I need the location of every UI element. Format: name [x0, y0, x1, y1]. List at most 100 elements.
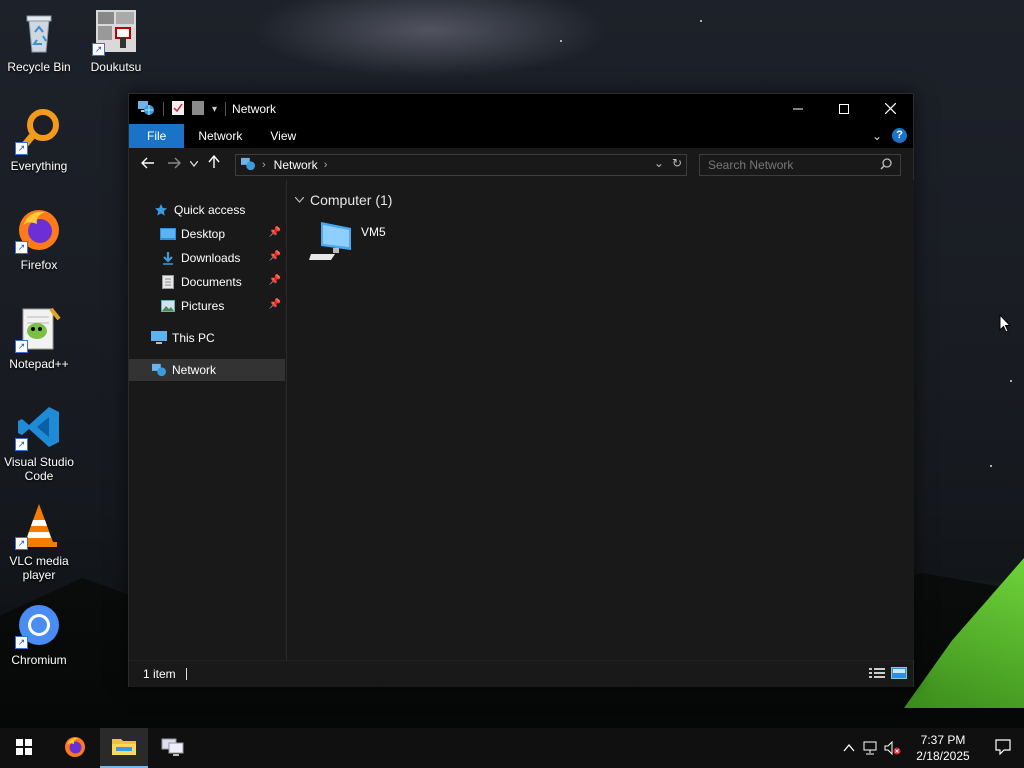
- details-view-icon[interactable]: [869, 667, 885, 682]
- this-pc-icon: [151, 330, 167, 346]
- tab-view[interactable]: View: [256, 124, 310, 148]
- network-status-icon[interactable]: [860, 728, 882, 768]
- sidebar-item-pictures[interactable]: Pictures 📌: [129, 295, 285, 317]
- search-input[interactable]: [700, 157, 880, 173]
- title-bar[interactable]: ▾ Network: [129, 94, 913, 124]
- desktop: Recycle Bin ↗ Doukutsu ↗ Everything ↗ Fi…: [0, 0, 1024, 728]
- sidebar-item-documents[interactable]: Documents 📌: [129, 271, 285, 293]
- show-hidden-icons-chevron-icon[interactable]: [838, 728, 860, 768]
- forward-button[interactable]: [161, 152, 187, 176]
- close-button[interactable]: [867, 94, 913, 124]
- file-list-pane[interactable]: Computer (1) VM5: [286, 180, 914, 660]
- breadcrumb-chevron-icon[interactable]: ›: [262, 159, 266, 171]
- chevron-down-icon: [294, 194, 305, 206]
- list-item-vm5[interactable]: VM5: [309, 220, 419, 268]
- mouse-pointer-icon: [999, 313, 1012, 337]
- network-computers-icon: [160, 737, 186, 760]
- list-item-label: VM5: [361, 225, 386, 239]
- action-center-button[interactable]: [982, 728, 1024, 768]
- maximize-button[interactable]: [821, 94, 867, 124]
- desktop-icon-vscode[interactable]: ↗ Visual Studio Code: [1, 403, 77, 483]
- computer-icon: [309, 220, 353, 265]
- breadcrumb-chevron-icon[interactable]: ›: [324, 159, 328, 171]
- notification-icon: [995, 738, 1011, 758]
- address-bar[interactable]: › Network › ⌄ ↻: [235, 154, 687, 176]
- sidebar-item-label: Pictures: [181, 299, 225, 313]
- desktop-icon-recycle-bin[interactable]: Recycle Bin: [1, 8, 77, 74]
- item-count: 1 item: [143, 667, 176, 681]
- desktop-icon-notepadpp[interactable]: ↗ Notepad++: [1, 305, 77, 371]
- shortcut-arrow-icon: ↗: [15, 340, 28, 353]
- sidebar-item-quick-access[interactable]: Quick access: [129, 199, 285, 221]
- customize-toolbar-dropdown-icon[interactable]: ▾: [212, 104, 217, 115]
- document-icon: [160, 274, 176, 290]
- properties-icon[interactable]: [172, 100, 184, 118]
- desktop-icon-label: Chromium: [11, 653, 67, 667]
- shortcut-arrow-icon: ↗: [15, 537, 28, 550]
- large-icons-view-icon[interactable]: [891, 667, 907, 682]
- desktop-icon-doukutsu[interactable]: ↗ Doukutsu: [78, 8, 154, 74]
- sidebar-item-label: This PC: [172, 331, 215, 345]
- desktop-icon-label: VLC media player: [9, 554, 69, 582]
- status-bar: 1 item: [129, 660, 913, 687]
- search-icon: [880, 157, 892, 173]
- forward-arrow-icon: [167, 156, 181, 173]
- group-header-computer[interactable]: Computer (1): [294, 192, 393, 208]
- desktop-icon-chromium[interactable]: ↗ Chromium: [1, 601, 77, 667]
- clock[interactable]: 7:37 PM 2/18/2025: [908, 732, 978, 764]
- window-title: Network: [232, 102, 277, 116]
- network-icon: [151, 362, 167, 378]
- taskbar-firefox[interactable]: [51, 728, 99, 768]
- sidebar-item-label: Documents: [181, 275, 242, 289]
- sidebar-item-this-pc[interactable]: This PC: [129, 327, 285, 349]
- desktop-folder-icon: [160, 226, 176, 242]
- clock-date: 2/18/2025: [916, 749, 970, 763]
- help-icon[interactable]: ?: [892, 128, 907, 143]
- start-button[interactable]: [0, 728, 48, 768]
- desktop-icon-label: Notepad++: [9, 357, 69, 371]
- desktop-icon-everything[interactable]: ↗ Everything: [1, 107, 77, 173]
- up-button[interactable]: [201, 152, 227, 176]
- recent-locations-dropdown[interactable]: [187, 152, 201, 176]
- divider: [163, 102, 164, 116]
- group-header-label: Computer (1): [310, 192, 393, 208]
- sidebar-item-label: Desktop: [181, 227, 226, 241]
- new-folder-icon[interactable]: [192, 100, 204, 118]
- volume-muted-icon[interactable]: [882, 728, 904, 768]
- sidebar-item-desktop[interactable]: Desktop 📌: [129, 223, 285, 245]
- desktop-icon-label: Firefox: [20, 258, 58, 272]
- desktop-icon-label: Visual Studio Code: [4, 455, 74, 483]
- pin-icon: 📌: [268, 227, 281, 238]
- tab-network[interactable]: Network: [184, 124, 256, 148]
- desktop-icon-vlc[interactable]: ↗ VLC media player: [1, 502, 77, 582]
- address-dropdown-icon[interactable]: ⌄: [654, 156, 664, 170]
- taskbar-network-app[interactable]: [149, 728, 197, 768]
- windows-logo-icon: [16, 738, 32, 758]
- sidebar-item-label: Network: [172, 363, 217, 377]
- desktop-icon-label: Doukutsu: [90, 60, 142, 74]
- ribbon-tabs: File Network View ⌄ ?: [129, 124, 913, 148]
- search-box[interactable]: [699, 154, 901, 176]
- firefox-icon: ↗: [15, 206, 63, 254]
- star: [1010, 380, 1012, 382]
- sidebar-item-downloads[interactable]: Downloads 📌: [129, 247, 285, 269]
- desktop-icon-label: Everything: [10, 159, 68, 173]
- breadcrumb-network[interactable]: Network: [274, 158, 318, 172]
- network-icon: [240, 157, 256, 174]
- tab-file[interactable]: File: [129, 124, 185, 148]
- refresh-icon[interactable]: ↻: [672, 156, 682, 170]
- minimize-button[interactable]: [775, 94, 821, 124]
- desktop-icon-firefox[interactable]: ↗ Firefox: [1, 206, 77, 272]
- back-button[interactable]: [135, 152, 161, 176]
- star: [990, 465, 992, 467]
- chevron-down-icon: [189, 159, 199, 170]
- folder-icon: [112, 736, 136, 759]
- divider: [225, 102, 227, 116]
- text-caret: [185, 668, 187, 680]
- sidebar-item-label: Downloads: [181, 251, 241, 265]
- sidebar-item-network[interactable]: Network: [129, 359, 285, 381]
- network-icon: [137, 100, 155, 119]
- expand-ribbon-chevron-icon[interactable]: ⌄: [872, 129, 882, 143]
- taskbar-file-explorer[interactable]: [100, 728, 148, 768]
- pin-icon: 📌: [268, 251, 281, 262]
